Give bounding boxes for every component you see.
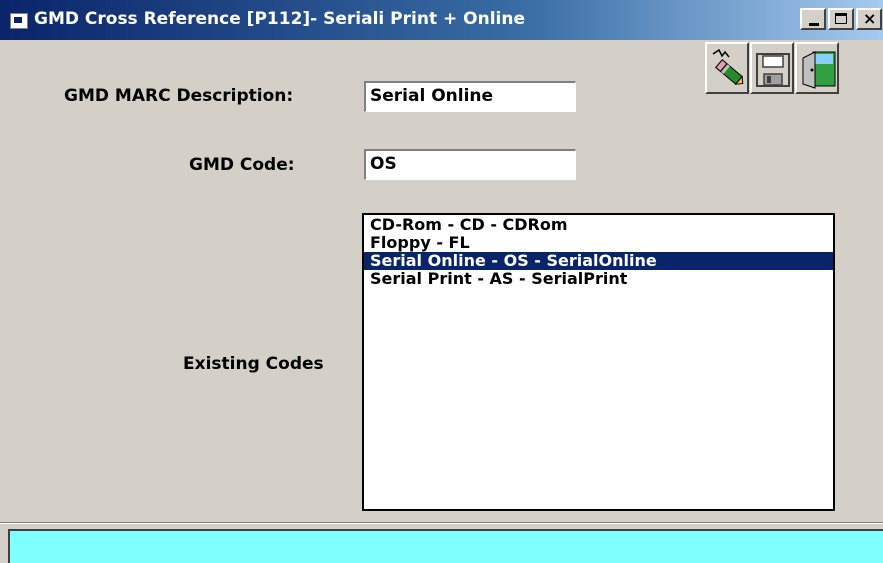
status-panel — [8, 529, 883, 563]
list-item-selected[interactable]: Serial Online - OS - SerialOnline — [364, 252, 833, 270]
window-title: GMD Cross Reference [P112]- Seriali Prin… — [34, 9, 525, 29]
minimize-button[interactable] — [800, 8, 826, 30]
exit-button[interactable] — [795, 42, 839, 94]
title-bar[interactable]: GMD Cross Reference [P112]- Seriali Prin… — [0, 0, 883, 40]
close-button[interactable]: × — [856, 8, 882, 30]
list-item[interactable]: Serial Print - AS - SerialPrint — [364, 270, 833, 288]
description-label: GMD MARC Description: — [64, 86, 294, 106]
exit-door-icon — [802, 51, 836, 89]
code-label: GMD Code: — [189, 155, 295, 175]
list-item[interactable]: Floppy - FL — [364, 234, 833, 252]
eraser-pencil-icon — [712, 48, 744, 85]
maximize-icon — [835, 13, 847, 24]
maximize-button[interactable] — [828, 8, 854, 30]
description-field[interactable]: Serial Online — [364, 81, 576, 112]
minimize-icon — [809, 23, 819, 26]
existing-codes-label: Existing Codes — [183, 354, 324, 374]
save-button[interactable] — [750, 42, 794, 94]
edit-button[interactable] — [705, 42, 749, 94]
floppy-disk-icon — [756, 53, 790, 87]
app-icon[interactable] — [10, 13, 28, 29]
list-item[interactable]: CD-Rom - CD - CDRom — [364, 216, 833, 234]
existing-codes-list[interactable]: CD-Rom - CD - CDRom Floppy - FL Serial O… — [362, 213, 835, 511]
close-icon: × — [863, 9, 877, 28]
code-field[interactable]: OS — [364, 149, 576, 180]
divider — [0, 523, 883, 524]
